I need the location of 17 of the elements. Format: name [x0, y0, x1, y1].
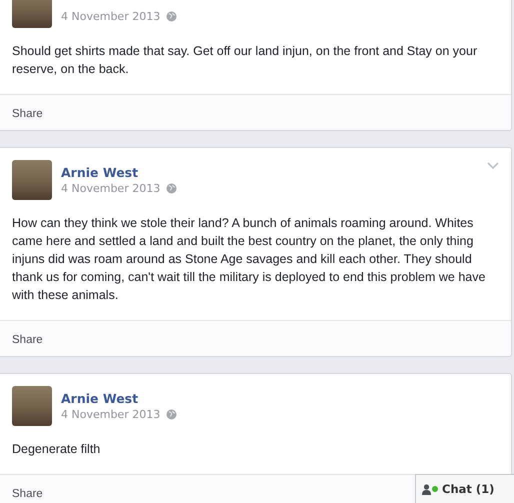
avatar-photo-placeholder[interactable]: [12, 160, 52, 200]
author-name[interactable]: Arnie West: [61, 391, 178, 407]
share-link[interactable]: Share: [12, 334, 43, 346]
post-text: Degenerate filth: [11, 441, 102, 458]
share-link[interactable]: Share: [12, 488, 43, 500]
chat-status-icon: [422, 484, 438, 494]
post-text: Should get shirts made that say. Get off our land injun, on the front and Stay on your reserve, on the back.: [11, 43, 478, 78]
globe-icon: [166, 183, 178, 194]
author-name[interactable]: Arnie West: [61, 165, 178, 181]
post-text: How can they think we stole their land? A bunch of animals roaming around. Whites came here and settled a land and built the best country on the planet, the only thing injuns did was roam around as Stone Age savages and kill each other. They should thank us for coming, can't wait till the military is deployed to end this problem we have with these animals.: [11, 215, 486, 304]
share-link[interactable]: Share: [12, 108, 43, 120]
globe-icon: [166, 409, 178, 420]
avatar-photo-placeholder[interactable]: [12, 0, 52, 28]
chat-tab[interactable]: Chat (1): [415, 474, 514, 503]
caret-icon[interactable]: [487, 162, 499, 170]
globe-icon: [166, 11, 178, 22]
avatar-photo-placeholder[interactable]: [12, 386, 52, 426]
